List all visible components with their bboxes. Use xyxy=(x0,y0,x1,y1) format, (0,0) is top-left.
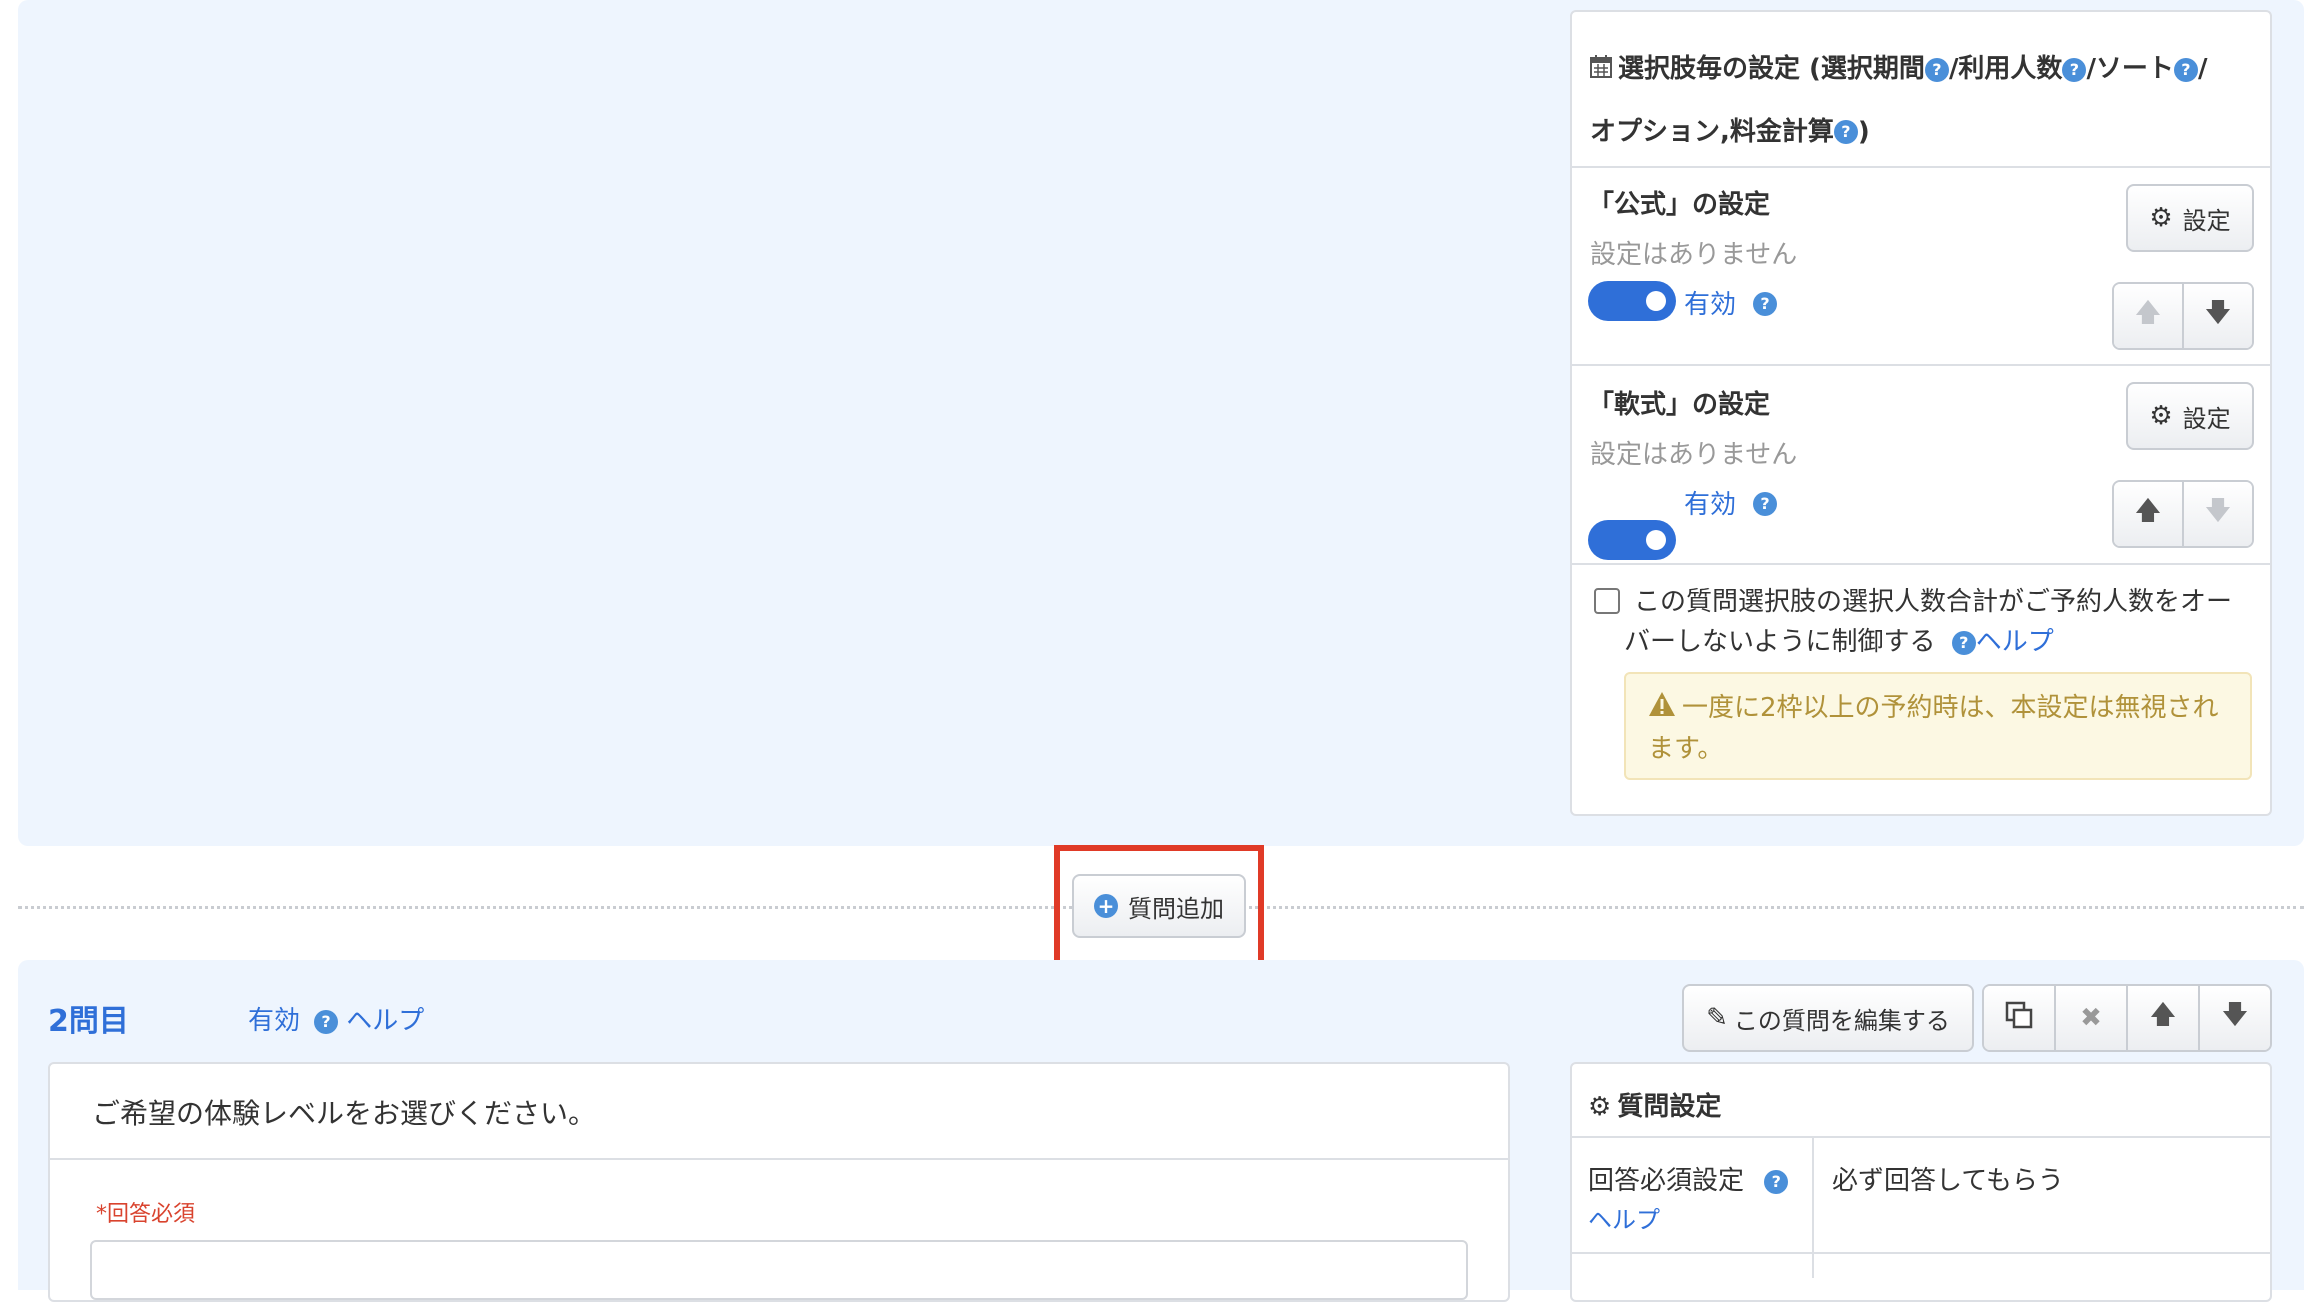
edit-question-button[interactable]: ✎ この質問を編集する xyxy=(1682,984,1974,1052)
arrow-down-icon: 🡇 xyxy=(2204,496,2232,526)
move-up-button[interactable]: 🡅 xyxy=(2114,284,2184,348)
plus-circle-icon: + xyxy=(1094,894,1118,918)
edit-icon: ✎ xyxy=(1706,1003,1728,1033)
help-icon[interactable]: ? xyxy=(1764,1169,1789,1194)
help-icon[interactable]: ? xyxy=(2173,57,2198,82)
limit-checkbox[interactable] xyxy=(1594,588,1620,614)
required-label: *回答必須 xyxy=(96,1202,196,1227)
help-icon[interactable]: ? xyxy=(1924,57,1949,82)
move-down-button[interactable]: 🡇 xyxy=(2200,986,2270,1050)
help-icon[interactable]: ? xyxy=(1833,120,1858,144)
gear-icon: ⚙ xyxy=(2149,203,2173,233)
choice-item-status: 設定はありません xyxy=(1590,440,1798,470)
choice-settings-title: 選択肢毎の設定 (選択期間?/利用人数?/ソート? / オプション,料金計算?) xyxy=(1590,38,2260,163)
toggle-label: 有効 xyxy=(248,1006,301,1036)
choice-item-name: 「公式」の設定 xyxy=(1588,190,1771,220)
question-number: 2問目 xyxy=(48,1004,129,1039)
copy-icon xyxy=(2005,1001,2033,1036)
choice-settings-button[interactable]: ⚙ 設定 xyxy=(2126,382,2254,450)
help-icon[interactable]: ? xyxy=(314,1009,338,1034)
move-down-button[interactable]: 🡇 xyxy=(2184,284,2252,348)
reorder-buttons: 🡅 🡇 xyxy=(2112,282,2254,350)
choice-item-status: 設定はありません xyxy=(1590,240,1798,270)
toggle-label: 有効 xyxy=(1684,490,1737,520)
enabled-toggle[interactable] xyxy=(1588,281,1676,321)
help-link[interactable]: ヘルプ xyxy=(1976,627,2054,657)
arrow-up-icon: 🡅 xyxy=(2134,496,2162,526)
warning-icon xyxy=(1648,689,1676,729)
arrow-down-icon: 🡇 xyxy=(2204,298,2232,328)
help-icon[interactable]: ? xyxy=(1951,630,1976,655)
move-down-button[interactable]: 🡇 xyxy=(2184,482,2252,546)
question-text: ご希望の体験レベルをお選びください。 xyxy=(92,1097,597,1130)
choice-settings-button[interactable]: ⚙ 設定 xyxy=(2126,184,2254,252)
limit-checkbox-label: この質問選択肢の選択人数合計がご予約人数をオー xyxy=(1634,587,2233,617)
copy-button[interactable] xyxy=(1984,986,2056,1050)
settings-table-divider xyxy=(1812,1138,1814,1278)
arrow-down-icon: 🡇 xyxy=(2221,1000,2249,1030)
help-link[interactable]: ヘルプ xyxy=(346,1006,424,1036)
arrow-up-icon: 🡅 xyxy=(2134,298,2162,328)
add-question-button[interactable]: + 質問追加 xyxy=(1072,874,1246,938)
required-setting-value: 必ず回答してもらう xyxy=(1832,1166,2064,1196)
question-settings-title: ⚙ 質問設定 xyxy=(1588,1092,1722,1122)
help-icon[interactable]: ? xyxy=(1753,492,1777,516)
move-up-button[interactable]: 🡅 xyxy=(2128,986,2200,1050)
required-setting-label: 回答必須設定 xyxy=(1588,1166,1745,1196)
gear-icon: ⚙ xyxy=(1588,1092,1612,1122)
reorder-buttons: 🡅 🡇 xyxy=(2112,480,2254,548)
question-actions: ✖ 🡅 🡇 xyxy=(1982,984,2272,1052)
help-link[interactable]: ヘルプ xyxy=(1588,1200,1660,1235)
delete-button[interactable]: ✖ xyxy=(2056,986,2128,1050)
enabled-toggle[interactable] xyxy=(1588,520,1676,560)
answer-field[interactable] xyxy=(90,1240,1468,1300)
help-icon[interactable]: ? xyxy=(1753,292,1777,316)
arrow-up-icon: 🡅 xyxy=(2149,1000,2177,1030)
close-icon: ✖ xyxy=(2080,1003,2102,1033)
toggle-label: 有効 xyxy=(1684,290,1737,320)
help-icon[interactable]: ? xyxy=(2062,57,2087,82)
calendar-icon xyxy=(1590,39,1612,101)
move-up-button[interactable]: 🡅 xyxy=(2114,482,2184,546)
gear-icon: ⚙ xyxy=(2149,401,2173,431)
choice-item-name: 「軟式」の設定 xyxy=(1588,390,1771,420)
